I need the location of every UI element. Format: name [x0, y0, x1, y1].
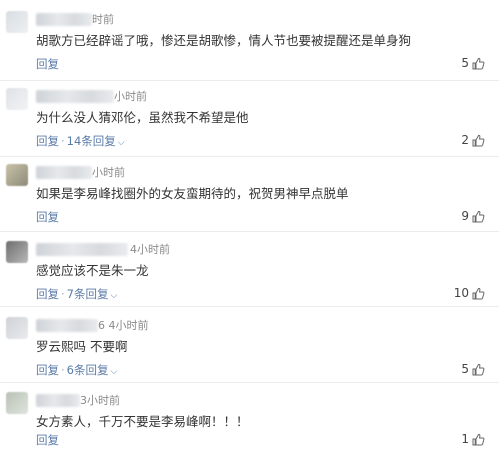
- like-button[interactable]: 5: [461, 362, 485, 376]
- like-button[interactable]: 2: [461, 133, 485, 147]
- like-count: 9: [461, 209, 469, 223]
- reply-button[interactable]: 回复: [36, 287, 59, 301]
- comment-actions: 回复: [36, 209, 59, 225]
- divider: [0, 156, 499, 157]
- view-replies-link[interactable]: 6条回复 ⌵: [67, 363, 118, 377]
- thumbs-up-icon: [472, 57, 485, 70]
- avatar[interactable]: [6, 392, 28, 414]
- like-count: 10: [453, 286, 469, 300]
- timestamp: 小时前: [92, 166, 125, 179]
- chevron-down-icon: ⌵: [110, 367, 118, 377]
- comment-actions: 回复 · 6条回复 ⌵: [36, 363, 118, 377]
- reply-button[interactable]: 回复: [36, 433, 59, 447]
- divider: [0, 80, 499, 81]
- chevron-down-icon: ⌵: [117, 138, 125, 148]
- username-blurred[interactable]: [36, 394, 80, 407]
- comment-text: 如果是李易峰找圈外的女友蛮期待的，祝贺男神早点脱单: [36, 186, 349, 201]
- comment-actions: 回复 · 14条回复 ⌵: [36, 134, 125, 148]
- reply-button[interactable]: 回复: [36, 210, 59, 224]
- divider: [0, 306, 499, 307]
- comment-actions: 回复: [36, 432, 59, 448]
- like-button[interactable]: 9: [461, 209, 485, 223]
- comment-text: 为什么没人猜邓伦，虽然我不希望是他: [36, 110, 249, 125]
- avatar[interactable]: [6, 164, 28, 186]
- comment-text: 胡歌方已经辟谣了哦，惨还是胡歌惨，情人节也要被提醒还是单身狗: [36, 33, 412, 48]
- like-count: 5: [461, 56, 469, 70]
- avatar[interactable]: [6, 241, 28, 263]
- avatar[interactable]: [6, 88, 28, 110]
- comment-actions: 回复: [36, 56, 59, 72]
- view-replies-link[interactable]: 7条回复 ⌵: [67, 287, 118, 301]
- timestamp: 时前: [92, 13, 114, 26]
- timestamp: 6 4小时前: [98, 319, 149, 332]
- comment-text: 女方素人，千万不要是李易峰啊！！！: [36, 414, 249, 429]
- thumbs-up-icon: [472, 363, 485, 376]
- avatar[interactable]: [6, 317, 28, 339]
- timestamp: 4小时前: [130, 243, 170, 256]
- username-blurred[interactable]: [36, 319, 98, 332]
- chevron-down-icon: ⌵: [110, 291, 118, 301]
- comment-actions: 回复 · 7条回复 ⌵: [36, 287, 118, 301]
- username-blurred[interactable]: [36, 166, 92, 179]
- divider: [0, 231, 499, 232]
- like-count: 1: [461, 432, 469, 446]
- username-blurred[interactable]: [36, 90, 114, 103]
- reply-button[interactable]: 回复: [36, 363, 59, 377]
- reply-button[interactable]: 回复: [36, 134, 59, 148]
- like-button[interactable]: 1: [461, 432, 485, 446]
- thumbs-up-icon: [472, 210, 485, 223]
- username-blurred[interactable]: [36, 13, 92, 26]
- comment-text: 感觉应该不是朱一龙: [36, 263, 149, 278]
- timestamp: 小时前: [114, 90, 147, 103]
- like-button[interactable]: 5: [461, 56, 485, 70]
- like-count: 2: [461, 133, 469, 147]
- thumbs-up-icon: [472, 287, 485, 300]
- reply-button[interactable]: 回复: [36, 57, 59, 71]
- thumbs-up-icon: [472, 134, 485, 147]
- timestamp: 3小时前: [80, 394, 120, 407]
- thumbs-up-icon: [472, 433, 485, 446]
- avatar[interactable]: [6, 11, 28, 33]
- divider: [0, 382, 499, 383]
- like-count: 5: [461, 362, 469, 376]
- like-button[interactable]: 10: [454, 286, 485, 300]
- comment-text: 罗云熙吗 不要啊: [36, 339, 128, 354]
- username-blurred[interactable]: [36, 243, 128, 256]
- view-replies-link[interactable]: 14条回复 ⌵: [67, 134, 125, 148]
